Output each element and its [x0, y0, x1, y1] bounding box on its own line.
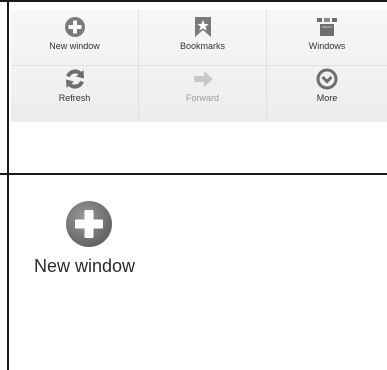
table-rule-top [0, 0, 387, 2]
menu-item-bookmarks[interactable]: Bookmarks [139, 10, 267, 66]
menu-item-label: Forward [185, 93, 219, 103]
chevron-circle-icon [316, 68, 338, 90]
menu-item-new-window[interactable]: New window [11, 10, 139, 66]
bookmark-icon [194, 17, 211, 37]
new-window-label: New window [34, 256, 136, 276]
menu-item-label: Refresh [58, 93, 91, 103]
table-rule-middle [0, 173, 387, 175]
browser-menu-screenshot: New window Bookmarks Windows Refresh For… [11, 10, 387, 122]
menu-item-label: Bookmarks [179, 41, 225, 51]
table-rule-left [7, 0, 9, 370]
plus-circle-icon [64, 17, 85, 37]
document-page: New window Bookmarks Windows Refresh For… [0, 0, 387, 370]
menu-item-windows[interactable]: Windows [267, 10, 387, 66]
menu-item-forward: Forward [139, 66, 267, 122]
menu-item-more[interactable]: More [267, 66, 387, 122]
menu-item-label: Windows [308, 41, 346, 51]
menu-item-refresh[interactable]: Refresh [11, 66, 139, 122]
refresh-icon [65, 69, 84, 89]
menu-grid: New window Bookmarks Windows Refresh For… [11, 10, 387, 122]
menu-item-label: More [316, 93, 338, 103]
plus-circle-icon [66, 201, 112, 247]
windows-icon [317, 18, 337, 36]
forward-arrow-icon [193, 71, 213, 87]
menu-item-label: New window [49, 41, 100, 51]
new-window-button-enlarged[interactable]: New window [34, 200, 154, 280]
